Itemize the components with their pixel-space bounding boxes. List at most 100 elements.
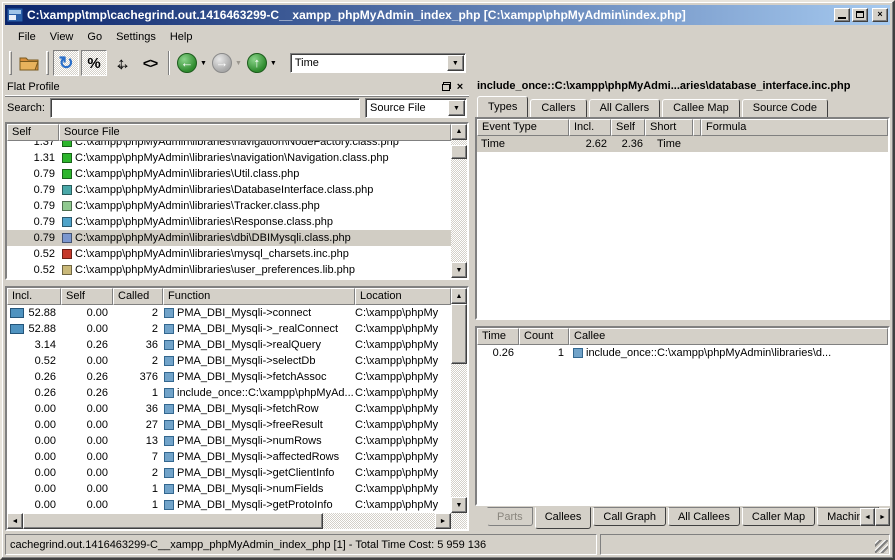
back-button[interactable]: ← xyxy=(177,53,197,73)
grouping-combobox[interactable]: Source File ▼ xyxy=(365,98,467,118)
dock-float-button[interactable] xyxy=(439,80,453,93)
function-row[interactable]: 0.520.002PMA_DBI_Mysqli->selectDbC:\xamp… xyxy=(7,353,451,369)
functions-horizontal-scrollbar[interactable]: ◄ ► xyxy=(7,513,467,529)
menu-go[interactable]: Go xyxy=(80,29,109,45)
source-file-row[interactable]: 0.79C:\xampp\phpMyAdmin\libraries\dbi\DB… xyxy=(7,230,451,246)
combo-dropdown-icon[interactable]: ▼ xyxy=(447,55,464,71)
scroll-left-icon[interactable]: ◄ xyxy=(7,513,23,529)
column-header-function[interactable]: Function xyxy=(163,288,355,305)
forward-dropdown-caret[interactable]: ▼ xyxy=(235,60,242,67)
callee-row[interactable]: 0.26 1 include_once::C:\xampp\phpMyAdmin… xyxy=(477,345,888,361)
menu-settings[interactable]: Settings xyxy=(109,29,163,45)
up-button[interactable]: ↑ xyxy=(247,53,267,73)
column-header-count[interactable]: Count xyxy=(519,328,569,345)
tab-callers[interactable]: Callers xyxy=(530,99,586,117)
menu-help[interactable]: Help xyxy=(163,29,200,45)
dock-title: Flat Profile xyxy=(7,81,439,93)
tab-types[interactable]: Types xyxy=(477,96,528,117)
function-row[interactable]: 3.140.2636PMA_DBI_Mysqli->realQueryC:\xa… xyxy=(7,337,451,353)
source-file-row[interactable]: 0.79C:\xampp\phpMyAdmin\libraries\Databa… xyxy=(7,182,451,198)
back-dropdown-caret[interactable]: ▼ xyxy=(200,60,207,67)
scroll-down-icon[interactable]: ▼ xyxy=(451,262,467,278)
up-dropdown-caret[interactable]: ▼ xyxy=(270,60,277,67)
function-row[interactable]: 0.000.0013PMA_DBI_Mysqli->numRowsC:\xamp… xyxy=(7,433,451,449)
column-header-incl[interactable]: Incl. xyxy=(7,288,61,305)
tabs-scroll-right-icon[interactable]: ► xyxy=(875,508,890,526)
tab-caller-map[interactable]: Caller Map xyxy=(742,507,815,526)
column-header-self[interactable]: Self xyxy=(7,124,59,141)
column-header-event-type[interactable]: Event Type xyxy=(477,119,569,136)
column-header-formula[interactable]: Formula xyxy=(701,119,888,136)
function-cell: PMA_DBI_Mysqli->realQuery xyxy=(163,337,355,353)
tab-callee-map[interactable]: Callee Map xyxy=(662,99,740,117)
column-header-called[interactable]: Called xyxy=(113,288,163,305)
grouping-dropdown-icon[interactable]: ▼ xyxy=(448,100,465,116)
column-header-source-file[interactable]: Source File xyxy=(59,124,451,141)
status-bar: cachegrind.out.1416463299-C__xampp_phpMy… xyxy=(5,534,890,555)
tab-source-code[interactable]: Source Code xyxy=(742,99,828,117)
source-file-row[interactable]: 1.31C:\xampp\phpMyAdmin\libraries\naviga… xyxy=(7,150,451,166)
column-header-location[interactable]: Location xyxy=(355,288,451,305)
menu-file[interactable]: File xyxy=(11,29,43,45)
tab-all-callers[interactable]: All Callers xyxy=(589,99,661,117)
function-row[interactable]: 0.260.26376PMA_DBI_Mysqli->fetchAssocC:\… xyxy=(7,369,451,385)
scrollbar-thumb[interactable] xyxy=(451,145,467,159)
menu-bar: FileViewGoSettingsHelp xyxy=(5,27,890,47)
function-row[interactable]: 0.000.001PMA_DBI_Mysqli->numFieldsC:\xam… xyxy=(7,481,451,497)
open-file-button[interactable] xyxy=(16,50,42,76)
tab-call-graph[interactable]: Call Graph xyxy=(593,507,666,526)
column-header-short[interactable]: Short xyxy=(645,119,693,136)
function-row[interactable]: 52.880.002PMA_DBI_Mysqli->_realConnectC:… xyxy=(7,321,451,337)
files-vertical-scrollbar[interactable]: ▲ ▼ xyxy=(451,124,467,278)
scroll-up-icon[interactable]: ▲ xyxy=(451,124,467,140)
dock-close-button[interactable]: × xyxy=(453,80,467,93)
move-button[interactable] xyxy=(109,50,135,76)
source-files-table: Self Source File 1.37C:\xampp\phpMyAdmin… xyxy=(5,122,469,280)
forward-button[interactable]: → xyxy=(212,53,232,73)
source-file-row[interactable]: 0.52C:\xampp\phpMyAdmin\libraries\user_p… xyxy=(7,262,451,278)
cycle-button[interactable]: <> xyxy=(137,50,163,76)
event-type-row[interactable]: Time 2.62 2.36 Time xyxy=(477,136,888,152)
minimize-button[interactable] xyxy=(834,8,850,22)
source-file-row[interactable]: 0.79C:\xampp\phpMyAdmin\libraries\Respon… xyxy=(7,214,451,230)
column-header-self[interactable]: Self xyxy=(611,119,645,136)
scroll-down-icon[interactable]: ▼ xyxy=(451,497,467,513)
source-file-row[interactable]: 0.79C:\xampp\phpMyAdmin\libraries\Tracke… xyxy=(7,198,451,214)
function-row[interactable]: 0.000.002PMA_DBI_Mysqli->getClientInfoC:… xyxy=(7,465,451,481)
function-row[interactable]: 0.000.001PMA_DBI_Mysqli->getProtoInfoC:\… xyxy=(7,497,451,513)
menu-view[interactable]: View xyxy=(43,29,81,45)
tab-all-callees[interactable]: All Callees xyxy=(668,507,740,526)
function-icon xyxy=(573,348,583,358)
scroll-up-icon[interactable]: ▲ xyxy=(451,288,467,304)
tabs-scroll-left-icon[interactable]: ◄ xyxy=(860,508,875,526)
maximize-button[interactable] xyxy=(852,8,868,22)
column-header-callee[interactable]: Callee xyxy=(569,328,888,345)
source-file-row[interactable]: 0.79C:\xampp\phpMyAdmin\libraries\Util.c… xyxy=(7,166,451,182)
column-header-incl[interactable]: Incl. xyxy=(569,119,611,136)
event-type-combobox[interactable]: Time ▼ xyxy=(290,53,466,73)
resize-grip[interactable] xyxy=(875,540,888,553)
source-file-row[interactable]: 0.52C:\xampp\phpMyAdmin\libraries\mysql_… xyxy=(7,246,451,262)
scrollbar-thumb[interactable] xyxy=(23,513,323,529)
percent-icon: % xyxy=(87,55,100,72)
column-header-time[interactable]: Time xyxy=(477,328,519,345)
scrollbar-thumb[interactable] xyxy=(451,304,467,364)
function-row[interactable]: 0.000.0027PMA_DBI_Mysqli->freeResultC:\x… xyxy=(7,417,451,433)
column-header-self[interactable]: Self xyxy=(61,288,113,305)
function-row[interactable]: 52.880.002PMA_DBI_Mysqli->connectC:\xamp… xyxy=(7,305,451,321)
functions-vertical-scrollbar[interactable]: ▲ ▼ xyxy=(451,288,467,513)
function-row[interactable]: 0.260.261include_once::C:\xampp\phpMyAd.… xyxy=(7,385,451,401)
function-row[interactable]: 0.000.0036PMA_DBI_Mysqli->fetchRowC:\xam… xyxy=(7,401,451,417)
function-row[interactable]: 0.000.007PMA_DBI_Mysqli->affectedRowsC:\… xyxy=(7,449,451,465)
function-name: PMA_DBI_Mysqli->getProtoInfo xyxy=(177,497,333,513)
toolbar-grip[interactable] xyxy=(9,51,12,75)
close-button[interactable]: × xyxy=(872,8,888,22)
scroll-right-icon[interactable]: ► xyxy=(435,513,451,529)
relative-percent-button[interactable]: % xyxy=(81,50,107,76)
search-input[interactable] xyxy=(50,98,360,118)
toolbar-grip-2[interactable] xyxy=(46,51,49,75)
refresh-button[interactable]: ↻ xyxy=(53,50,79,76)
tab-callees[interactable]: Callees xyxy=(535,507,592,529)
source-file-row[interactable]: 1.37C:\xampp\phpMyAdmin\libraries\naviga… xyxy=(7,141,451,150)
function-cell: PMA_DBI_Mysqli->freeResult xyxy=(163,417,355,433)
